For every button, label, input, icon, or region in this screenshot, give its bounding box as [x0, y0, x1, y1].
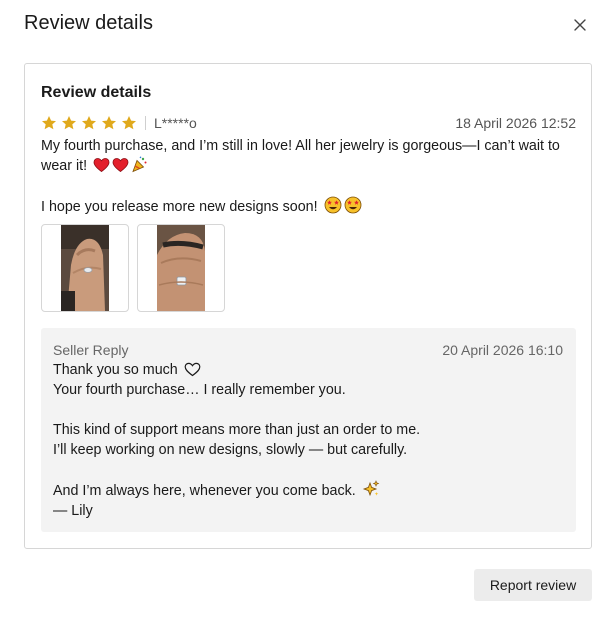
divider: [145, 116, 146, 130]
reply-line: This kind of support means more than jus…: [53, 422, 421, 438]
reply-line: — Lily: [53, 503, 93, 519]
report-review-button[interactable]: Report review: [474, 569, 592, 601]
star-icon: [62, 116, 76, 130]
close-icon: [574, 19, 586, 31]
star-struck-icon: [324, 196, 341, 214]
modal-title: Review details: [24, 12, 153, 34]
star-icon: [122, 116, 136, 130]
star-icon: [42, 116, 56, 130]
review-date: 18 April 2026 12:52: [455, 115, 576, 131]
review-photo-2[interactable]: [137, 224, 225, 312]
review-card: Review details L*****o 18 April 2026 12:…: [24, 63, 592, 549]
reply-line: I’ll keep working on new designs, slowly…: [53, 442, 408, 458]
rating-row: L*****o 18 April 2026 12:52: [41, 113, 576, 133]
reply-line: Thank you so much: [53, 360, 563, 380]
star-icon: [82, 116, 96, 130]
star-rating: [41, 115, 137, 131]
seller-reply: Seller Reply 20 April 2026 16:10 Thank y…: [41, 328, 576, 532]
review-photos: [41, 224, 225, 312]
reply-line: And I’m always here, whenever you come b…: [53, 480, 563, 501]
reply-date: 20 April 2026 16:10: [442, 342, 563, 358]
hand-ring-photo: [157, 225, 205, 311]
sparkles-icon: [362, 480, 380, 497]
heart-outline-icon: [184, 362, 201, 377]
reply-body: Thank you so much Your fourth purchase… …: [53, 360, 563, 521]
reply-label: Seller Reply: [53, 342, 129, 358]
star-struck-icon: [344, 196, 361, 214]
review-line: wear it!: [41, 156, 581, 176]
review-photo-1[interactable]: [41, 224, 129, 312]
hand-ring-photo: [61, 225, 109, 311]
red-heart-icon: [112, 158, 129, 172]
party-popper-icon: [132, 156, 147, 173]
star-icon: [102, 116, 116, 130]
review-line: My fourth purchase, and I’m still in lov…: [41, 138, 560, 154]
close-button[interactable]: [569, 14, 591, 36]
reviewer-name: L*****o: [154, 115, 197, 131]
card-title: Review details: [41, 84, 152, 101]
reply-header: Seller Reply 20 April 2026 16:10: [53, 342, 563, 358]
review-text: My fourth purchase, and I’m still in lov…: [41, 136, 581, 217]
review-line: I hope you release more new designs soon…: [41, 196, 581, 217]
reply-line: Your fourth purchase… I really remember …: [53, 382, 346, 398]
red-heart-icon: [93, 158, 110, 172]
